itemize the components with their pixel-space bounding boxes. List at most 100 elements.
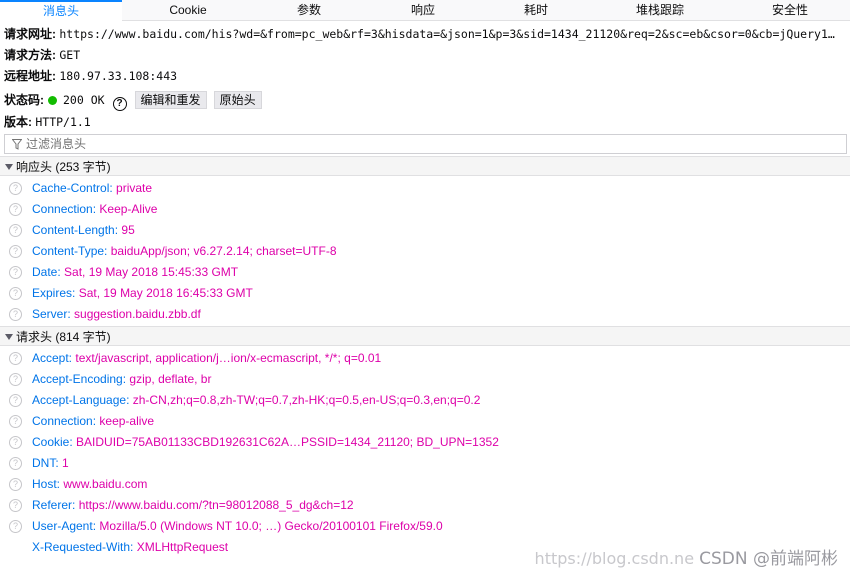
header-value: Sat, 19 May 2018 15:45:33 GMT xyxy=(64,265,239,279)
help-icon[interactable]: ? xyxy=(9,415,22,428)
header-value: suggestion.baidu.zbb.df xyxy=(74,307,201,321)
header-name: Accept-Language: xyxy=(32,393,130,407)
help-icon[interactable]: ? xyxy=(9,308,22,321)
header-value: https://www.baidu.com/?tn=98012088_5_dg&… xyxy=(78,498,354,512)
filter-headers-box xyxy=(4,134,847,154)
chevron-down-icon xyxy=(5,164,13,170)
header-row[interactable]: ? Cookie: BAIDUID=75AB01133CBD192631C62A…… xyxy=(0,432,850,453)
header-row[interactable]: ? Server: suggestion.baidu.zbb.df xyxy=(0,304,850,325)
edit-and-resend-button[interactable]: 编辑和重发 xyxy=(134,91,207,109)
header-row[interactable]: ? Connection: keep-alive xyxy=(0,411,850,432)
watermark-url: https://blog.csdn.ne xyxy=(534,549,695,568)
request-url-row: 请求网址: https://www.baidu.com/his?wd=&from… xyxy=(4,24,847,44)
header-name: DNT: xyxy=(32,456,59,470)
help-icon[interactable]: ? xyxy=(9,266,22,279)
tab-timings[interactable]: 耗时 xyxy=(482,0,590,21)
help-icon[interactable]: ? xyxy=(112,97,127,111)
header-name: Cache-Control: xyxy=(32,181,113,195)
request-method-row: 请求方法: GET xyxy=(4,45,80,65)
tab-security[interactable]: 安全性 xyxy=(730,0,850,21)
help-icon[interactable]: ? xyxy=(9,436,22,449)
http-version-value: HTTP/1.1 xyxy=(35,115,91,129)
help-icon[interactable]: ? xyxy=(9,394,22,407)
header-value: 1 xyxy=(62,456,69,470)
header-name: Content-Length: xyxy=(32,223,119,237)
header-value: Keep-Alive xyxy=(99,202,158,216)
filter-headers-input[interactable] xyxy=(26,135,826,153)
header-value: private xyxy=(116,181,153,195)
header-value: gzip, deflate, br xyxy=(129,372,212,386)
help-icon[interactable]: ? xyxy=(9,352,22,365)
header-entry: Content-Length: 95 xyxy=(32,220,135,241)
help-icon[interactable]: ? xyxy=(9,520,22,533)
header-entry: DNT: 1 xyxy=(32,453,69,474)
tab-params[interactable]: 参数 xyxy=(254,0,364,21)
watermark-brand: CSDN @前端阿彬 xyxy=(699,549,838,569)
help-icon[interactable]: ? xyxy=(9,182,22,195)
header-value: XMLHttpRequest xyxy=(136,540,229,554)
header-entry: Accept-Language: zh-CN,zh;q=0.8,zh-TW;q=… xyxy=(32,390,480,411)
header-row[interactable]: ? Accept-Language: zh-CN,zh;q=0.8,zh-TW;q… xyxy=(0,390,850,411)
help-icon[interactable]: ? xyxy=(9,457,22,470)
help-icon[interactable]: ? xyxy=(9,245,22,258)
remote-address-row: 远程地址: 180.97.33.108:443 xyxy=(4,66,177,86)
header-row[interactable]: ? Host: www.baidu.com xyxy=(0,474,850,495)
header-entry: X-Requested-With: XMLHttpRequest xyxy=(32,537,228,558)
header-value: www.baidu.com xyxy=(63,477,148,491)
header-name: Expires: xyxy=(32,286,76,300)
header-value: zh-CN,zh;q=0.8,zh-TW;q=0.7,zh-HK;q=0.5,e… xyxy=(132,393,481,407)
raw-headers-button[interactable]: 原始头 xyxy=(213,91,262,109)
request-headers-section-toggle[interactable]: 请求头 (814 字节) xyxy=(0,326,850,346)
header-name: Server: xyxy=(32,307,71,321)
header-name: Content-Type: xyxy=(32,244,108,258)
response-headers-section-toggle[interactable]: 响应头 (253 字节) xyxy=(0,156,850,176)
help-icon[interactable]: ? xyxy=(9,478,22,491)
header-row[interactable]: ? Content-Length: 95 xyxy=(0,220,850,241)
help-icon[interactable]: ? xyxy=(9,373,22,386)
chevron-down-icon xyxy=(5,334,13,340)
header-row[interactable]: ? Expires: Sat, 19 May 2018 16:45:33 GMT xyxy=(0,283,850,304)
header-row[interactable]: ? Content-Type: baiduApp/json; v6.27.2.14… xyxy=(0,241,850,262)
header-entry: Host: www.baidu.com xyxy=(32,474,147,495)
header-value: 95 xyxy=(121,223,135,237)
request-url-value[interactable]: https://www.baidu.com/his?wd=&from=pc_we… xyxy=(59,27,834,41)
header-value: Mozilla/5.0 (Windows NT 10.0; …) Gecko/2… xyxy=(99,519,443,533)
help-icon[interactable]: ? xyxy=(9,287,22,300)
header-row[interactable]: ? DNT: 1 xyxy=(0,453,850,474)
tab-cookie[interactable]: Cookie xyxy=(122,0,254,21)
request-method-label: 请求方法: xyxy=(4,48,56,62)
header-name: Connection: xyxy=(32,202,97,216)
header-name: X-Requested-With: xyxy=(32,540,134,554)
tab-response[interactable]: 响应 xyxy=(364,0,482,21)
header-entry: Connection: keep-alive xyxy=(32,411,154,432)
header-name: Accept: xyxy=(32,351,73,365)
header-row[interactable]: ? User-Agent: Mozilla/5.0 (Windows NT 10.… xyxy=(0,516,850,537)
help-icon[interactable]: ? xyxy=(9,499,22,512)
header-row[interactable]: ? Cache-Control: private xyxy=(0,178,850,199)
header-name: Cookie: xyxy=(32,435,73,449)
header-name: Connection: xyxy=(32,414,97,428)
header-row[interactable]: ? Referer: https://www.baidu.com/?tn=9801… xyxy=(0,495,850,516)
watermark: https://blog.csdn.ne CSDN @前端阿彬 xyxy=(535,544,838,569)
header-value: baiduApp/json; v6.27.2.14; charset=UTF-8 xyxy=(110,244,337,258)
header-name: Date: xyxy=(32,265,61,279)
header-row[interactable]: ? Accept-Encoding: gzip, deflate, br xyxy=(0,369,850,390)
header-entry: Server: suggestion.baidu.zbb.df xyxy=(32,304,201,325)
http-version-label: 版本: xyxy=(4,115,32,129)
remote-address-value: 180.97.33.108:443 xyxy=(59,69,178,83)
request-method-value: GET xyxy=(59,48,81,62)
tab-stack-trace[interactable]: 堆栈跟踪 xyxy=(590,0,730,21)
help-icon[interactable]: ? xyxy=(9,203,22,216)
header-row[interactable]: ? Date: Sat, 19 May 2018 15:45:33 GMT xyxy=(0,262,850,283)
request-url-label: 请求网址: xyxy=(4,27,56,41)
request-headers-title: 请求头 (814 字节) xyxy=(16,330,111,344)
header-name: Accept-Encoding: xyxy=(32,372,127,386)
help-icon[interactable]: ? xyxy=(9,224,22,237)
header-row[interactable]: ? Connection: Keep-Alive xyxy=(0,199,850,220)
header-row[interactable]: ? Accept: text/javascript, application/j…… xyxy=(0,348,850,369)
filter-icon xyxy=(12,139,22,150)
header-entry: User-Agent: Mozilla/5.0 (Windows NT 10.0… xyxy=(32,516,443,537)
tab-bar: 消息头 Cookie 参数 响应 耗时 堆栈跟踪 安全性 xyxy=(0,0,850,21)
remote-address-label: 远程地址: xyxy=(4,69,56,83)
tab-headers[interactable]: 消息头 xyxy=(0,0,122,21)
